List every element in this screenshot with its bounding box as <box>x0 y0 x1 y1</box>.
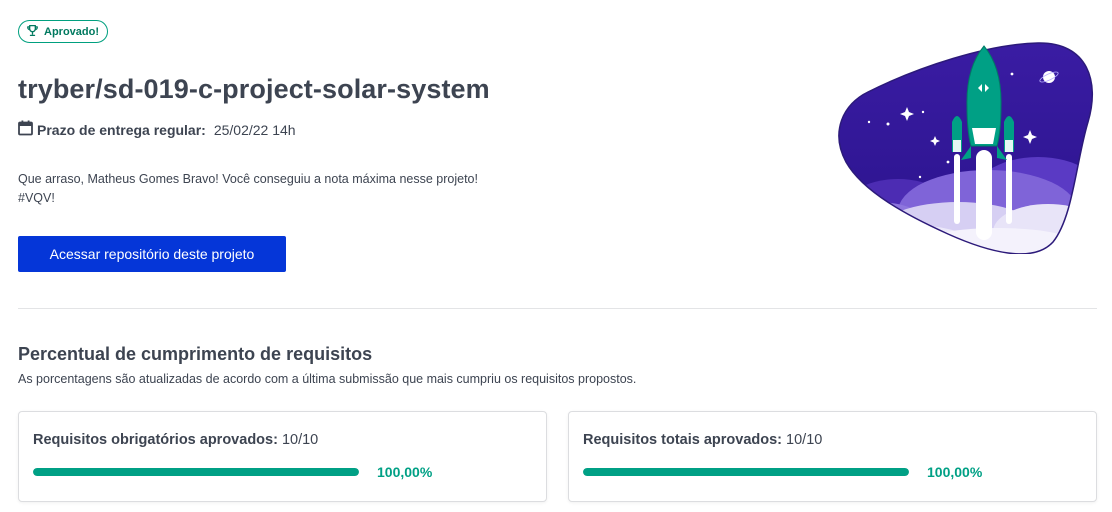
total-requirements-card: Requisitos totais aprovados: 10/10 100,0… <box>568 411 1097 502</box>
status-badge-label: Aprovado! <box>44 25 99 38</box>
deadline-value: 25/02/22 14h <box>213 121 296 138</box>
card-heading: Requisitos totais aprovados: 10/10 <box>583 432 822 448</box>
progress-bar <box>583 468 909 476</box>
card-count: 10/10 <box>281 432 319 448</box>
requirements-section-title: Percentual de cumprimento de requisitos <box>18 344 373 364</box>
deadline-info: Prazo de entrega regular: 25/02/22 14h <box>18 120 296 139</box>
rocket-illustration <box>838 42 1096 255</box>
access-repository-button[interactable]: Acessar repositório deste projeto <box>18 236 286 272</box>
progress-bar-fill <box>33 468 359 476</box>
congrats-hashtag: #VQV! <box>18 191 55 205</box>
progress-percent: 100,00% <box>927 464 983 480</box>
mandatory-requirements-card: Requisitos obrigatórios aprovados: 10/10… <box>18 411 547 502</box>
card-count: 10/10 <box>786 432 823 448</box>
card-label: Requisitos obrigatórios aprovados: <box>33 432 278 448</box>
card-label: Requisitos totais aprovados: <box>583 432 783 448</box>
deadline-label: Prazo de entrega regular: <box>37 121 206 138</box>
progress-bar-fill <box>583 468 909 476</box>
calendar-icon <box>18 120 37 139</box>
progress-bar <box>33 468 359 476</box>
project-title: tryber/sd-019-c-project-solar-system <box>18 74 490 104</box>
progress-percent: 100,00% <box>377 464 433 480</box>
section-divider <box>18 308 1097 309</box>
status-badge: Aprovado! <box>18 20 108 43</box>
requirements-section-subtitle: As porcentagens são atualizadas de acord… <box>18 372 637 386</box>
congrats-message: Que arraso, Matheus Gomes Bravo! Você co… <box>18 170 538 208</box>
congrats-text: Que arraso, Matheus Gomes Bravo! Você co… <box>18 172 478 186</box>
card-heading: Requisitos obrigatórios aprovados: 10/10 <box>33 432 318 448</box>
trophy-icon <box>26 24 39 40</box>
